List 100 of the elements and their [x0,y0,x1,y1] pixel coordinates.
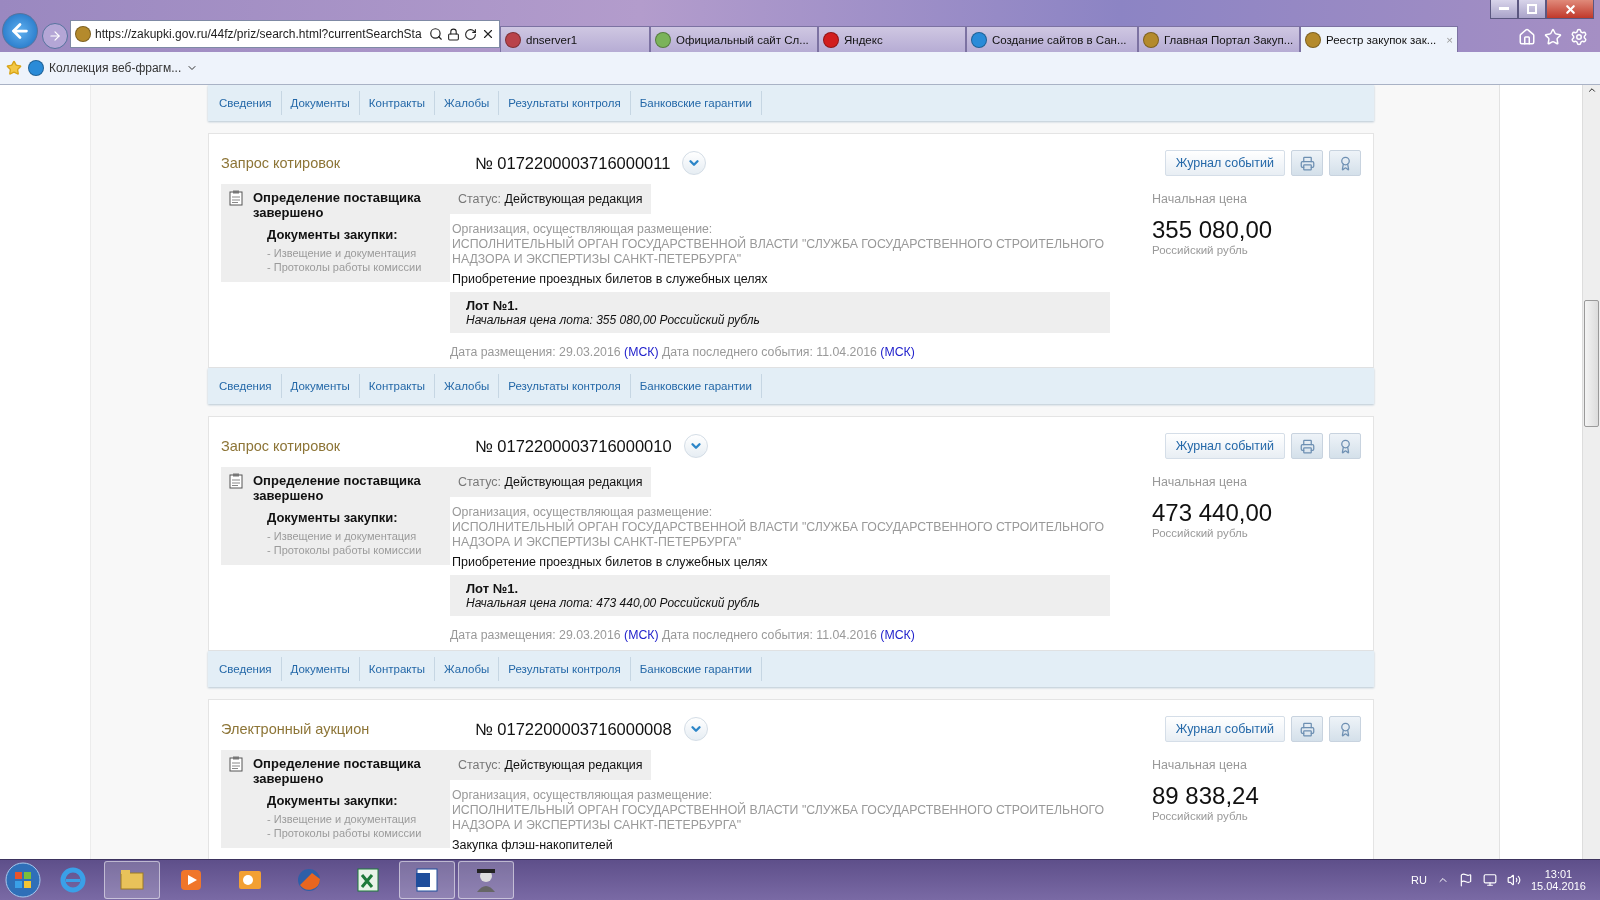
star-icon[interactable] [1544,28,1562,46]
currency-text: Российский рубль [1152,527,1249,539]
favorites-item[interactable]: Коллекция веб-фрагм... [28,60,199,76]
stop-icon[interactable] [481,27,495,41]
dropdown-button[interactable] [683,717,708,741]
organization-text: Организация, осуществляющая размещение: ИСПОЛНИТЕЛЬНЫЙ ОРГАН ГОСУДАРСТВЕННОЙ ВЛАСТИ "СЛУЖБА ГОСУДАРСТВЕННОГО СТРОИТЕЛЬНОГО НАДЗОРА И ЭКСПЕРТИЗЫ САНКТ-ПЕТЕРБУРГА" [451,504,1106,551]
home-icon[interactable] [1518,28,1536,46]
price-label: Начальная цена [1152,758,1248,772]
nav-link[interactable]: Документы [281,657,360,681]
nav-link[interactable]: Банковские гарантии [630,657,762,681]
price-label: Начальная цена [1152,192,1248,206]
favicon-icon [1143,31,1159,48]
forward-button[interactable] [42,23,68,49]
network-icon[interactable] [1482,873,1497,887]
refresh-icon[interactable] [464,27,477,41]
favicon-icon [75,26,91,42]
browser-tab[interactable]: Реестр закупок зак... × [1300,26,1458,52]
record-number: № 0172200003716000010 [475,436,672,456]
procurement-type: Электронный аукцион [221,721,371,737]
nav-link[interactable]: Банковские гарантии [630,91,762,115]
award-button[interactable] [1329,716,1361,742]
flag-icon[interactable] [1458,873,1473,887]
minimize-button[interactable] [1490,0,1518,19]
browser-tab[interactable]: Создание сайтов в Сан... [966,26,1138,52]
print-button[interactable] [1291,150,1323,176]
event-log-button[interactable]: Журнал событий [1164,716,1285,742]
timezone-link[interactable]: (МСК) [624,628,659,642]
timezone-link[interactable]: (МСК) [624,345,659,359]
subject-text: Приобретение проездных билетов в служебных целях [451,555,768,569]
start-button[interactable] [4,861,42,899]
dropdown-button[interactable] [683,434,708,458]
close-icon [1563,2,1577,16]
favicon-icon [971,31,987,48]
organization-text: Организация, осуществляющая размещение: ИСПОЛНИТЕЛЬНЫЙ ОРГАН ГОСУДАРСТВЕННОЙ ВЛАСТИ "СЛУЖБА ГОСУДАРСТВЕННОГО СТРОИТЕЛЬНОГО НАДЗОРА И ЭКСПЕРТИЗЫ САНКТ-ПЕТЕРБУРГА" [451,787,1106,834]
settings-icon[interactable] [1570,28,1588,46]
printer-icon [1299,721,1315,737]
price-value: 355 080,00 [1152,216,1273,244]
clock[interactable]: 13:01 15.04.2016 [1530,868,1586,892]
stage-text: Определение поставщика завершено [253,756,422,786]
posted-date: Дата размещения: 29.03.2016 [450,345,621,359]
print-button[interactable] [1291,433,1323,459]
award-button[interactable] [1329,150,1361,176]
nav-link[interactable]: Банковские гарантии [630,374,762,398]
currency-text: Российский рубль [1152,244,1249,256]
printer-icon [1299,438,1315,454]
clipboard-icon [229,756,243,772]
tab-close-icon[interactable]: × [1446,33,1453,46]
nav-link[interactable]: Сведения [210,657,282,681]
favicon-icon [823,31,839,48]
nav-link[interactable]: Документы [281,374,360,398]
award-button[interactable] [1329,433,1361,459]
browser-tab[interactable]: Главная Портал Закуп... [1138,26,1300,52]
forward-arrow-icon [48,29,62,43]
scrollbar[interactable] [1582,85,1600,859]
volume-icon[interactable] [1506,873,1521,887]
clipboard-icon [229,190,243,206]
nav-link[interactable]: Контракты [359,91,436,115]
nav-link[interactable]: Результаты контроля [499,657,631,681]
taskbar-app[interactable] [399,861,455,899]
scroll-thumb[interactable] [1584,300,1599,427]
price-label: Начальная цена [1152,475,1248,489]
nav-link[interactable]: Документы [281,91,360,115]
nav-link[interactable]: Жалобы [435,657,500,681]
status-label: Статус: Действующая редакция [450,184,651,214]
restore-button[interactable] [1518,0,1546,19]
nav-link[interactable]: Сведения [210,374,282,398]
favicon-icon [1305,31,1321,48]
nav-link[interactable]: Результаты контроля [499,374,631,398]
timezone-link[interactable]: (МСК) [880,345,915,359]
address-bar[interactable]: https://zakupki.gov.ru/44fz/priz/search.html?currentSearchSta [70,20,500,48]
event-log-button[interactable]: Журнал событий [1164,433,1285,459]
docs-title: Документы закупки: [267,227,399,242]
nav-link[interactable]: Результаты контроля [499,91,631,115]
scroll-up-icon[interactable] [1586,85,1597,95]
printer-icon [1299,155,1315,171]
taskbar-app[interactable] [458,861,514,899]
browser-icon[interactable] [58,865,88,895]
favorites-star-icon[interactable] [6,60,22,76]
price-value: 473 440,00 [1152,499,1273,527]
nav-link[interactable]: Контракты [359,657,436,681]
status-label: Статус: Действующая редакция [450,750,651,780]
dropdown-button[interactable] [682,151,707,175]
print-button[interactable] [1291,716,1323,742]
status-label: Статус: Действующая редакция [450,467,651,497]
back-button[interactable] [2,13,38,49]
nav-link[interactable]: Сведения [210,91,282,115]
search-icon[interactable] [429,27,443,41]
browser-tab[interactable]: Официальный сайт Сл... [650,26,818,52]
nav-link[interactable]: Жалобы [435,374,500,398]
restore-icon [1527,4,1537,14]
close-window-button[interactable] [1546,0,1594,19]
timezone-link[interactable]: (МСК) [880,628,915,642]
nav-link[interactable]: Контракты [359,374,436,398]
nav-link[interactable]: Жалобы [435,91,500,115]
minimize-icon [1499,7,1509,11]
browser-tab[interactable]: Яндекс [818,26,966,52]
browser-tab[interactable]: dnserver1 [500,26,650,52]
event-log-button[interactable]: Журнал событий [1164,150,1285,176]
language-indicator[interactable]: RU [1411,874,1427,886]
lot-title: Лот №1. [466,581,520,596]
